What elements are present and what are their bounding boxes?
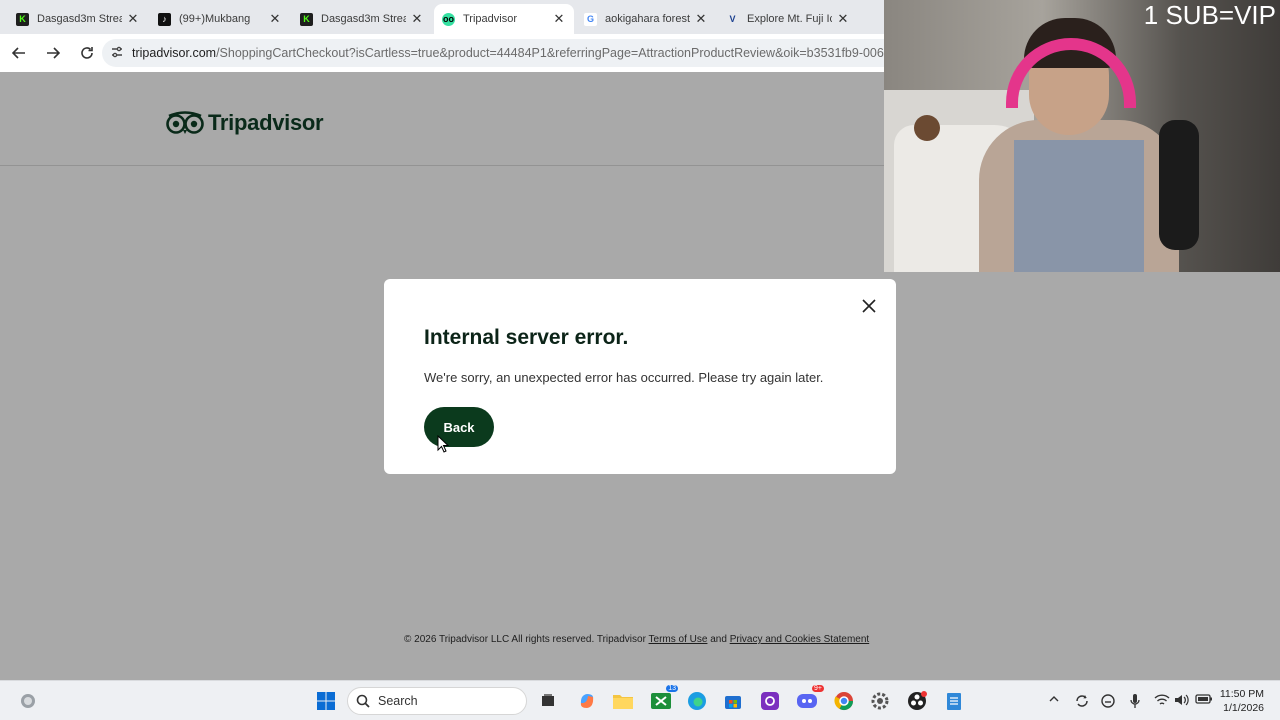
webcam-microphone	[1159, 120, 1199, 250]
settings-icon[interactable]	[868, 689, 892, 713]
logo-text: Tripadvisor	[208, 110, 324, 135]
copilot-icon[interactable]	[575, 689, 599, 713]
wifi-icon[interactable]	[1154, 693, 1170, 710]
kick-icon: K	[300, 12, 313, 26]
close-icon[interactable]	[860, 297, 878, 315]
tab-title: aokigahara forest	[605, 13, 690, 25]
tab-kick-stream-1[interactable]: K Dasgasd3m Stream ✕	[8, 4, 148, 34]
tiktok-icon: ♪	[158, 12, 171, 26]
ms-store-icon[interactable]	[721, 689, 745, 713]
tab-google-search[interactable]: G aokigahara forest ✕	[576, 4, 716, 34]
tab-viator[interactable]: V Explore Mt. Fuji Ice ✕	[718, 4, 858, 34]
back-arrow-icon[interactable]	[4, 38, 34, 68]
weather-icon[interactable]	[16, 689, 40, 713]
tab-close-icon[interactable]: ✕	[126, 11, 140, 27]
footer-and-text: and	[710, 634, 727, 645]
chrome-icon[interactable]	[832, 689, 856, 713]
mouse-cursor-icon	[437, 435, 449, 453]
forward-arrow-icon[interactable]	[38, 38, 68, 68]
clock-time: 11:50 PM	[1219, 688, 1264, 700]
privacy-link[interactable]: Privacy and Cookies Statement	[730, 634, 870, 645]
discord-icon[interactable]: 9+	[795, 685, 824, 713]
tripadvisor-logo[interactable]: Tripadvisor	[166, 110, 324, 136]
tab-tripadvisor[interactable]: oo Tripadvisor ✕	[434, 4, 574, 34]
store-badge: 13	[666, 685, 678, 692]
webcam-streamer-shirt	[1014, 140, 1144, 272]
webcam-background-person	[914, 115, 940, 141]
google-icon: G	[584, 12, 597, 26]
sync-icon[interactable]	[1074, 693, 1090, 712]
dialog-title: Internal server error.	[424, 326, 629, 349]
owl-logo-icon	[166, 111, 204, 134]
tab-title: Dasgasd3m Stream	[321, 13, 406, 25]
start-icon[interactable]	[314, 689, 338, 713]
edge-icon[interactable]	[685, 689, 709, 713]
chevron-up-icon[interactable]	[1048, 693, 1060, 708]
app-icon-purple[interactable]	[758, 689, 782, 713]
browser-tab-strip: K Dasgasd3m Stream ✕ ♪ (99+)Mukbang ✕ K …	[0, 0, 884, 34]
tab-close-icon[interactable]: ✕	[268, 11, 282, 27]
address-bar[interactable]: tripadvisor.com/ShoppingCartCheckout?isC…	[102, 39, 884, 67]
kick-icon: K	[16, 12, 29, 26]
tab-tiktok[interactable]: ♪ (99+)Mukbang ✕	[150, 4, 290, 34]
file-explorer-icon[interactable]	[611, 689, 635, 713]
notepad-icon[interactable]	[942, 689, 966, 713]
task-view-icon[interactable]	[536, 689, 560, 713]
tab-close-icon[interactable]: ✕	[552, 11, 566, 27]
battery-icon[interactable]	[1195, 693, 1213, 708]
discord-badge: 9+	[812, 685, 824, 692]
tab-title: (99+)Mukbang	[179, 13, 251, 25]
site-info-icon[interactable]	[110, 45, 124, 62]
search-icon	[356, 694, 370, 708]
obs-icon[interactable]	[905, 689, 929, 713]
tab-close-icon[interactable]: ✕	[836, 11, 850, 27]
store-icon[interactable]: 13	[649, 685, 678, 713]
viator-icon: V	[729, 14, 736, 24]
microphone-icon[interactable]	[1128, 693, 1142, 712]
taskbar-search[interactable]: Search	[347, 687, 527, 715]
search-label: Search	[378, 694, 418, 708]
tab-title: Dasgasd3m Stream	[37, 13, 122, 25]
clock-date: 1/1/2026	[1223, 702, 1264, 714]
volume-icon[interactable]	[1174, 693, 1190, 710]
error-dialog: Internal server error. We're sorry, an u…	[384, 279, 896, 474]
windows-taskbar: Search 13 9+ 11:50 PM 1/1/2026	[0, 680, 1280, 720]
cloud-icon[interactable]	[1100, 693, 1116, 712]
webcam-caption: 1 SUB=VIP	[1143, 0, 1276, 30]
reload-icon[interactable]	[72, 38, 102, 68]
page-footer: © 2026 Tripadvisor LLC All rights reserv…	[404, 634, 869, 645]
tab-kick-stream-2[interactable]: K Dasgasd3m Stream ✕	[292, 4, 432, 34]
webcam-overlay: 1 SUB=VIP	[884, 0, 1280, 272]
copyright-text: © 2026 Tripadvisor LLC All rights reserv…	[404, 634, 646, 645]
url-host: tripadvisor.com	[132, 46, 217, 60]
tab-close-icon[interactable]: ✕	[410, 11, 424, 27]
tab-title: Tripadvisor	[463, 13, 517, 25]
back-button[interactable]: Back	[424, 407, 494, 447]
tab-close-icon[interactable]: ✕	[694, 11, 708, 27]
browser-toolbar: tripadvisor.com/ShoppingCartCheckout?isC…	[0, 34, 884, 72]
system-clock[interactable]: 11:50 PM 1/1/2026	[1218, 687, 1264, 715]
terms-link[interactable]: Terms of Use	[649, 634, 708, 645]
tab-title: Explore Mt. Fuji Ice	[747, 13, 832, 25]
url-path: /ShoppingCartCheckout?isCartless=true&pr…	[216, 46, 884, 60]
dialog-message: We're sorry, an unexpected error has occ…	[424, 370, 824, 385]
tripadvisor-icon: oo	[442, 12, 455, 26]
